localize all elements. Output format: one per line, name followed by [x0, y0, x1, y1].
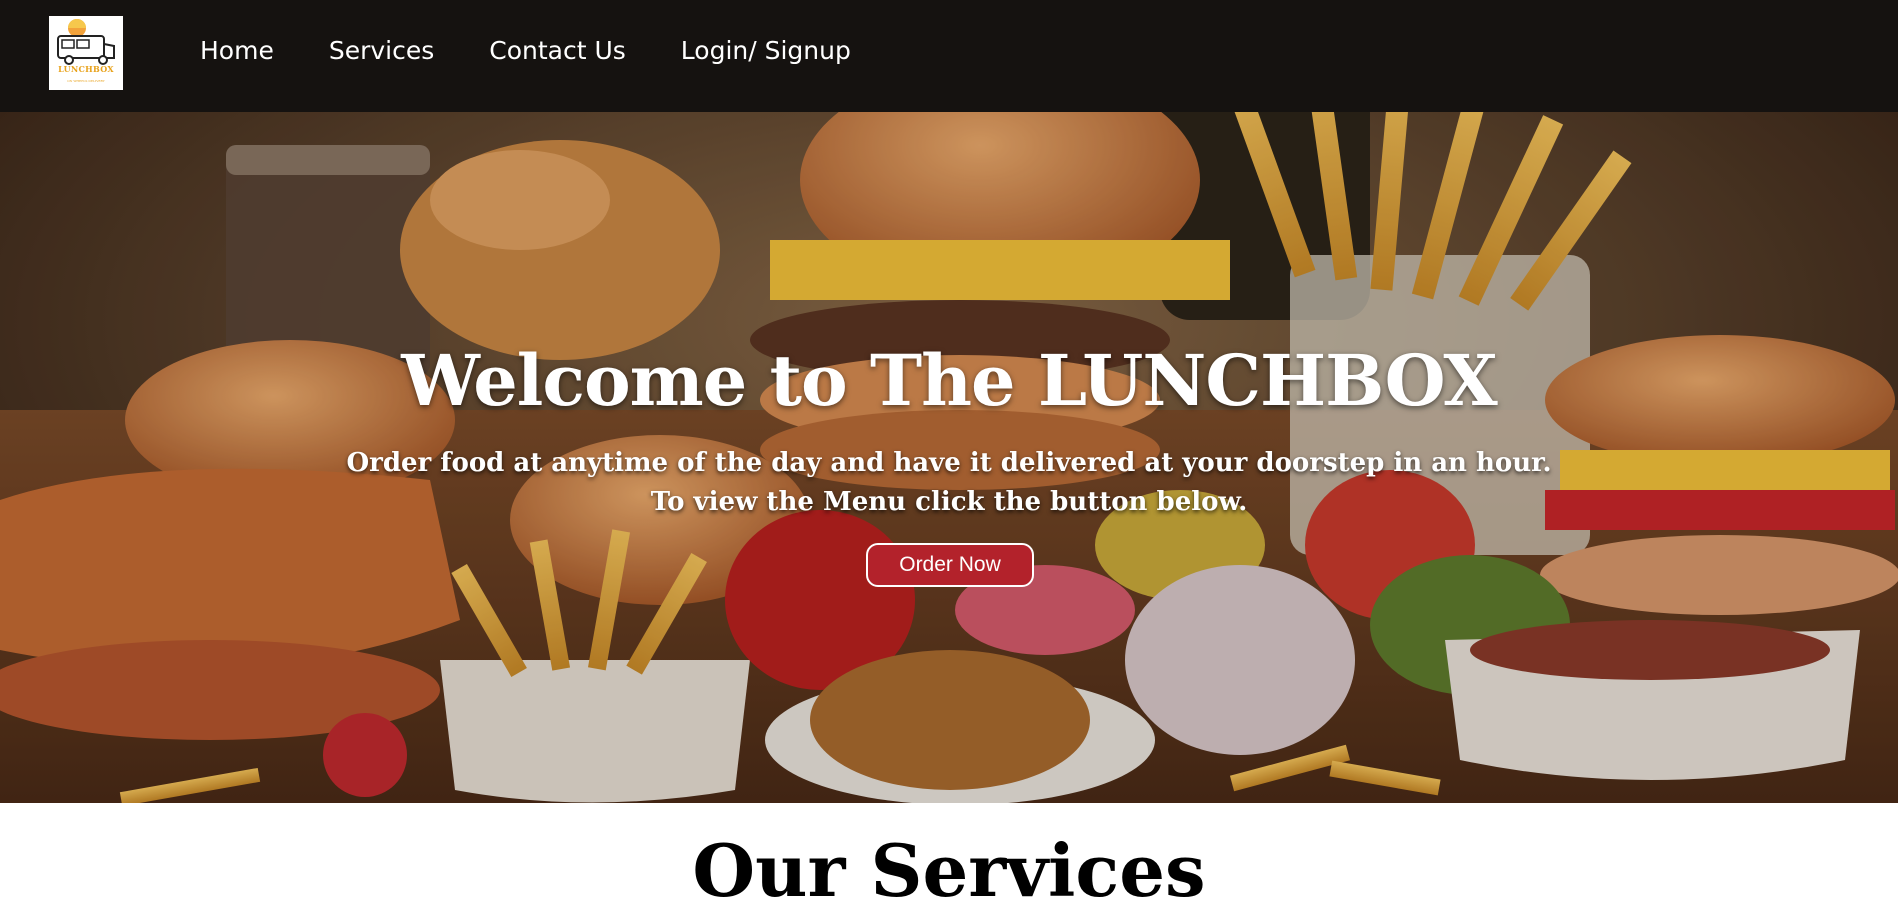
logo-text: LUNCHBOX: [58, 64, 114, 74]
nav-link-home[interactable]: Home: [200, 36, 274, 65]
lunchbox-logo[interactable]: LUNCHBOX ON WHEELS DELIVERY: [49, 16, 123, 90]
hero-description-line-1: Order food at anytime of the day and hav…: [346, 448, 1552, 478]
hero-title: Welcome to The LUNCHBOX: [401, 339, 1497, 422]
nav-links: Home Services Contact Us Login/ Signup: [200, 36, 906, 65]
nav-link-services[interactable]: Services: [329, 36, 434, 65]
nav-link-login-signup[interactable]: Login/ Signup: [681, 36, 851, 65]
logo-subtext: ON WHEELS DELIVERY: [67, 79, 105, 83]
hero-description-line-2: To view the Menu click the button below.: [650, 487, 1248, 517]
hero-section: Welcome to The LUNCHBOX Order food at an…: [0, 0, 1898, 803]
nav-link-contact-us[interactable]: Contact Us: [489, 36, 626, 65]
services-section-title: Our Services: [692, 828, 1206, 913]
top-navbar: LUNCHBOX ON WHEELS DELIVERY Home Service…: [0, 0, 1898, 112]
order-now-button[interactable]: Order Now: [866, 543, 1034, 587]
